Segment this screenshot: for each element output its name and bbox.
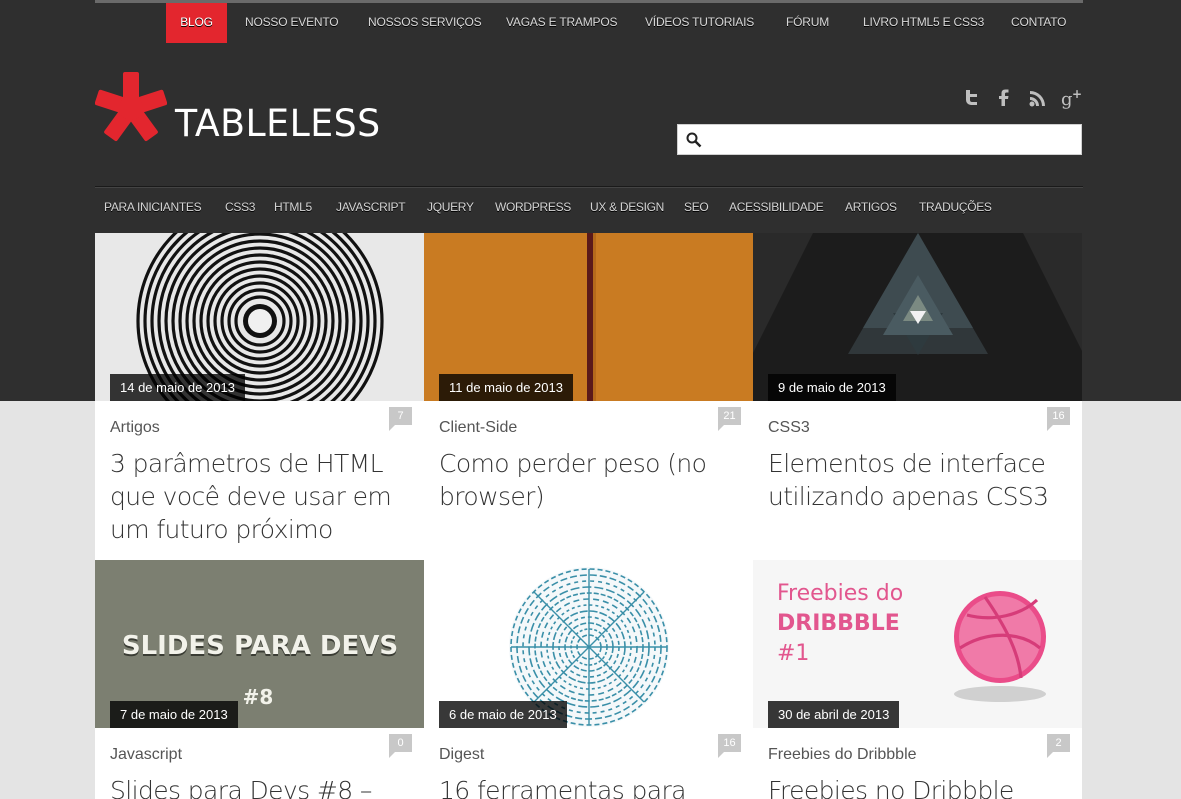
post-category[interactable]: Digest [439, 746, 484, 764]
category-wordpress[interactable]: Wordpress [495, 187, 571, 229]
topnav-item-livro[interactable]: Livro HTML5 e CSS3 [863, 3, 984, 43]
post-category[interactable]: Javascript [110, 746, 182, 764]
comment-count-badge[interactable]: 16 [718, 734, 741, 758]
comment-count-badge[interactable]: 0 [389, 734, 412, 758]
category-css3[interactable]: CSS3 [225, 187, 255, 229]
svg-text:+: + [1072, 87, 1082, 101]
svg-text:Freebies do: Freebies do [777, 581, 903, 606]
post-title[interactable]: Slides para Devs #8 – [110, 774, 410, 799]
svg-text:#1: #1 [777, 641, 809, 666]
post-title[interactable]: Como perder peso (no browser) [439, 447, 739, 513]
svg-text:g: g [1061, 89, 1073, 109]
topnav-item-blog[interactable]: Blog [166, 3, 227, 43]
search-icon [686, 132, 702, 148]
topnav-item-nossos-servicos[interactable]: Nossos Serviços [368, 3, 482, 43]
topnav-item-nosso-evento[interactable]: Nosso Evento [245, 3, 339, 43]
post-category[interactable]: Artigos [110, 419, 160, 437]
comment-count-badge[interactable]: 16 [1047, 407, 1070, 431]
post-date: 6 de maio de 2013 [439, 701, 567, 728]
post-category[interactable]: Client-Side [439, 419, 517, 437]
svg-text:DRIBBBLE: DRIBBBLE [777, 611, 900, 636]
site-logo[interactable]: TABLELESS [95, 72, 405, 145]
topnav-item-contato[interactable]: Contato [1011, 3, 1066, 43]
post-thumbnail[interactable]: 14 de maio de 2013 [95, 233, 424, 401]
post-title[interactable]: 16 ferramentas para [439, 774, 739, 799]
rss-icon[interactable] [1027, 86, 1049, 110]
post-card[interactable]: Freebies do DRIBBBLE #1 30 de abril de 2… [753, 560, 1082, 799]
category-javascript[interactable]: Javascript [336, 187, 406, 229]
category-html5[interactable]: HTML5 [274, 187, 312, 229]
post-title[interactable]: 3 parâmetros de HTML que você deve usar … [110, 447, 410, 546]
svg-text:SLIDES PARA DEVS: SLIDES PARA DEVS [122, 631, 398, 661]
asterisk-logo-icon [95, 72, 167, 142]
post-date: 7 de maio de 2013 [110, 701, 238, 728]
category-ux-design[interactable]: UX & Design [590, 187, 664, 229]
post-category[interactable]: CSS3 [768, 419, 810, 437]
category-acessibilidade[interactable]: Acessibilidade [729, 187, 824, 229]
post-title[interactable]: Elementos de interface utilizando apenas… [768, 447, 1068, 513]
social-links: g + [959, 86, 1083, 110]
topnav-item-vagas-e-trampos[interactable]: Vagas e Trampos [506, 3, 617, 43]
post-thumbnail[interactable]: 9 de maio de 2013 [753, 233, 1082, 401]
post-card[interactable]: 9 de maio de 2013 CSS3 16 Elementos de i… [753, 233, 1082, 560]
twitter-icon[interactable] [959, 86, 981, 110]
post-thumbnail[interactable]: SLIDES PARA DEVS SLIDES PARA DEVS #8 7 d… [95, 560, 424, 728]
category-traducoes[interactable]: Traduções [919, 187, 992, 229]
post-card[interactable]: 6 de maio de 2013 Digest 16 16 ferrament… [424, 560, 753, 799]
post-title[interactable]: Freebies no Dribbble [768, 774, 1068, 799]
category-para-iniciantes[interactable]: Para Iniciantes [104, 187, 202, 229]
post-category[interactable]: Freebies do Dribbble [768, 746, 917, 764]
site-name: TABLELESS [175, 102, 381, 145]
post-card[interactable]: SLIDES PARA DEVS SLIDES PARA DEVS #8 7 d… [95, 560, 424, 799]
post-card[interactable]: 11 de maio de 2013 Client-Side 21 Como p… [424, 233, 753, 560]
category-jquery[interactable]: jQuery [427, 187, 474, 229]
top-navigation: Blog Nosso Evento Nossos Serviços Vagas … [95, 3, 1083, 43]
search-input[interactable] [708, 125, 1078, 154]
category-seo[interactable]: SEO [684, 187, 709, 229]
topnav-item-forum[interactable]: Fórum [786, 3, 829, 43]
post-thumbnail[interactable]: Freebies do DRIBBBLE #1 30 de abril de 2… [753, 560, 1082, 728]
google-plus-icon[interactable]: g + [1061, 86, 1083, 110]
comment-count-badge[interactable]: 7 [389, 407, 412, 431]
topnav-item-videos-tutoriais[interactable]: Vídeos Tutoriais [645, 3, 754, 43]
post-thumbnail[interactable]: 11 de maio de 2013 [424, 233, 753, 401]
facebook-icon[interactable] [993, 86, 1015, 110]
search-box [677, 124, 1082, 155]
post-date: 9 de maio de 2013 [768, 374, 896, 401]
post-card[interactable]: 14 de maio de 2013 Artigos 7 3 parâmetro… [95, 233, 424, 560]
post-thumbnail[interactable]: 6 de maio de 2013 [424, 560, 753, 728]
category-artigos[interactable]: Artigos [845, 187, 897, 229]
post-date: 11 de maio de 2013 [439, 374, 573, 401]
post-date: 30 de abril de 2013 [768, 701, 900, 728]
comment-count-badge[interactable]: 2 [1047, 734, 1070, 758]
post-date: 14 de maio de 2013 [110, 374, 245, 401]
svg-text:#8: #8 [243, 685, 274, 709]
comment-count-badge[interactable]: 21 [718, 407, 741, 431]
category-navigation: Para Iniciantes CSS3 HTML5 Javascript jQ… [95, 186, 1083, 233]
